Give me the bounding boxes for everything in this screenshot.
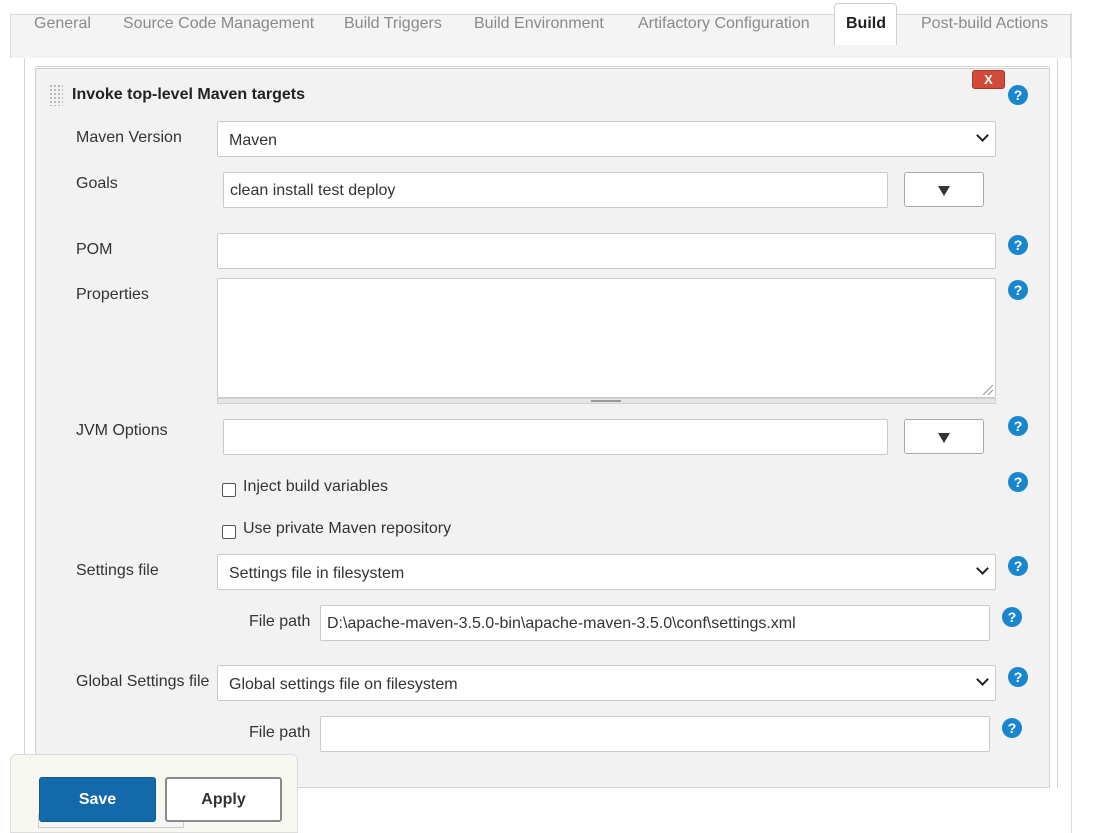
grip-icon (591, 400, 621, 402)
help-icon[interactable]: ? (1008, 472, 1028, 492)
global-settings-file-value: Global settings file on filesystem (229, 676, 458, 693)
jvm-options-input[interactable] (223, 419, 888, 455)
inject-build-variables-label[interactable]: Inject build variables (243, 478, 388, 496)
tab-build-triggers[interactable]: Build Triggers (344, 0, 442, 44)
chevron-down-icon (976, 129, 989, 142)
apply-button[interactable]: Apply (165, 777, 282, 822)
global-settings-file-label: Global Settings file (76, 673, 210, 690)
settings-file-path-input[interactable]: D:\apache-maven-3.5.0-bin\apache-maven-3… (320, 605, 990, 641)
goals-label: Goals (76, 175, 118, 192)
jvm-options-expand-button[interactable] (904, 419, 984, 454)
global-settings-file-select[interactable]: Global settings file on filesystem (217, 665, 996, 701)
inject-build-variables-checkbox[interactable] (222, 483, 236, 497)
help-icon[interactable]: ? (1008, 416, 1028, 436)
help-icon[interactable]: ? (1002, 607, 1022, 627)
help-icon[interactable]: ? (1002, 718, 1022, 738)
help-icon[interactable]: ? (1008, 235, 1028, 255)
use-private-repository-label[interactable]: Use private Maven repository (243, 520, 451, 538)
help-icon[interactable]: ? (1008, 85, 1028, 105)
tab-source-code-management[interactable]: Source Code Management (123, 0, 314, 44)
tab-general[interactable]: General (34, 0, 91, 44)
page-divider (1071, 12, 1072, 833)
properties-textarea[interactable] (217, 278, 996, 398)
help-icon[interactable]: ? (1008, 280, 1028, 300)
settings-file-value: Settings file in filesystem (229, 565, 405, 582)
chevron-down-icon (976, 673, 989, 686)
help-icon[interactable]: ? (1008, 556, 1028, 576)
settings-file-select[interactable]: Settings file in filesystem (217, 554, 996, 590)
jvm-options-label: JVM Options (76, 422, 168, 439)
chevron-down-icon (976, 562, 989, 575)
help-icon[interactable]: ? (1008, 667, 1028, 687)
delete-step-button[interactable]: X (972, 70, 1005, 89)
triangle-down-icon (938, 186, 950, 196)
resize-grip-icon[interactable] (983, 385, 993, 395)
maven-version-value: Maven (229, 132, 278, 149)
properties-label: Properties (76, 286, 149, 303)
use-private-repository-checkbox[interactable] (222, 525, 236, 539)
step-title: Invoke top-level Maven targets (72, 86, 305, 103)
global-settings-file-path-label: File path (249, 724, 311, 741)
tab-build-environment[interactable]: Build Environment (474, 0, 604, 44)
save-button[interactable]: Save (39, 777, 156, 822)
section-border-right (1057, 58, 1058, 788)
settings-file-label: Settings file (76, 562, 159, 579)
properties-resize-bar[interactable] (217, 398, 996, 404)
tab-post-build-actions[interactable]: Post-build Actions (921, 0, 1048, 44)
global-settings-file-path-input[interactable] (320, 716, 990, 752)
pom-label: POM (76, 241, 113, 258)
goals-expand-button[interactable] (904, 172, 984, 207)
triangle-down-icon (938, 433, 950, 443)
section-border-left (24, 58, 25, 833)
previous-step-border (35, 66, 1050, 67)
goals-input[interactable]: clean install test deploy (223, 172, 888, 208)
settings-file-path-label: File path (249, 613, 311, 630)
tab-artifactory-configuration[interactable]: Artifactory Configuration (638, 0, 810, 44)
maven-version-label: Maven Version (76, 129, 182, 146)
tab-build[interactable]: Build (834, 3, 897, 45)
maven-version-select[interactable]: Maven (217, 121, 996, 157)
pom-input[interactable] (217, 233, 996, 269)
drag-handle-icon[interactable] (49, 84, 63, 106)
